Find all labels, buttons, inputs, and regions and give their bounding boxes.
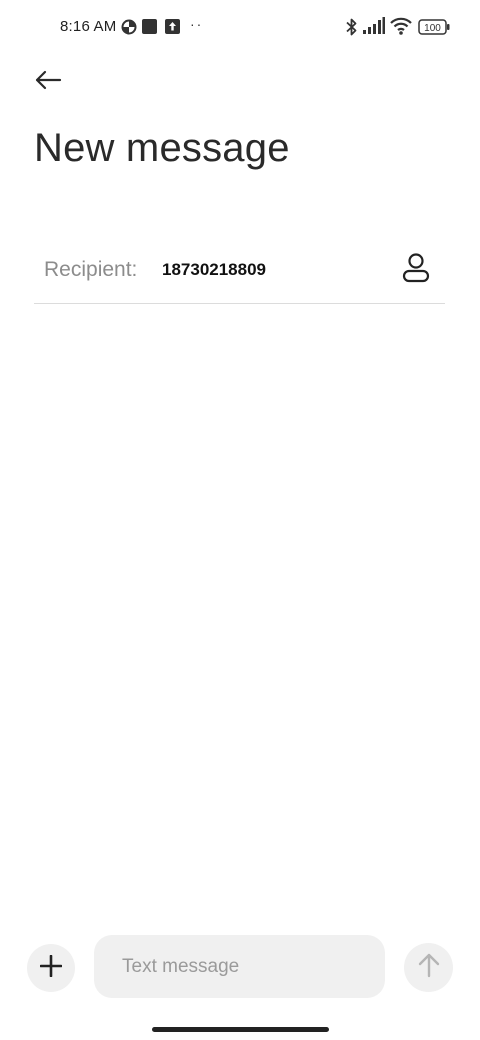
square-notification-icon xyxy=(142,19,157,39)
select-contact-button[interactable] xyxy=(399,252,433,288)
status-time: 8:16 AM xyxy=(60,18,117,35)
status-bar: 8:16 AM ·· 100 xyxy=(0,0,480,56)
plus-icon xyxy=(39,954,63,982)
send-arrow-up-icon xyxy=(418,952,440,983)
back-arrow-icon xyxy=(34,70,62,95)
signal-icon xyxy=(363,17,385,40)
data-saver-icon xyxy=(121,19,137,40)
battery-icon: 100 xyxy=(418,19,450,40)
recipient-row[interactable]: Recipient: 18730218809 xyxy=(34,240,445,304)
send-button[interactable] xyxy=(404,943,453,992)
upload-notification-icon xyxy=(165,19,180,39)
wifi-icon xyxy=(390,17,412,40)
new-message-screen: 8:16 AM ·· 100 New message Recipient: 18… xyxy=(0,0,480,1040)
bluetooth-icon xyxy=(345,17,358,42)
add-attachment-button[interactable] xyxy=(27,944,75,992)
back-button[interactable] xyxy=(28,62,68,102)
more-notifications-dots: ·· xyxy=(190,16,204,32)
contact-person-icon xyxy=(402,252,430,288)
battery-level: 100 xyxy=(424,23,441,34)
page-title: New message xyxy=(34,126,290,170)
home-indicator[interactable] xyxy=(152,1027,329,1032)
recipient-value[interactable]: 18730218809 xyxy=(162,260,266,280)
recipient-label: Recipient: xyxy=(44,258,138,281)
text-message-input[interactable] xyxy=(94,935,385,998)
